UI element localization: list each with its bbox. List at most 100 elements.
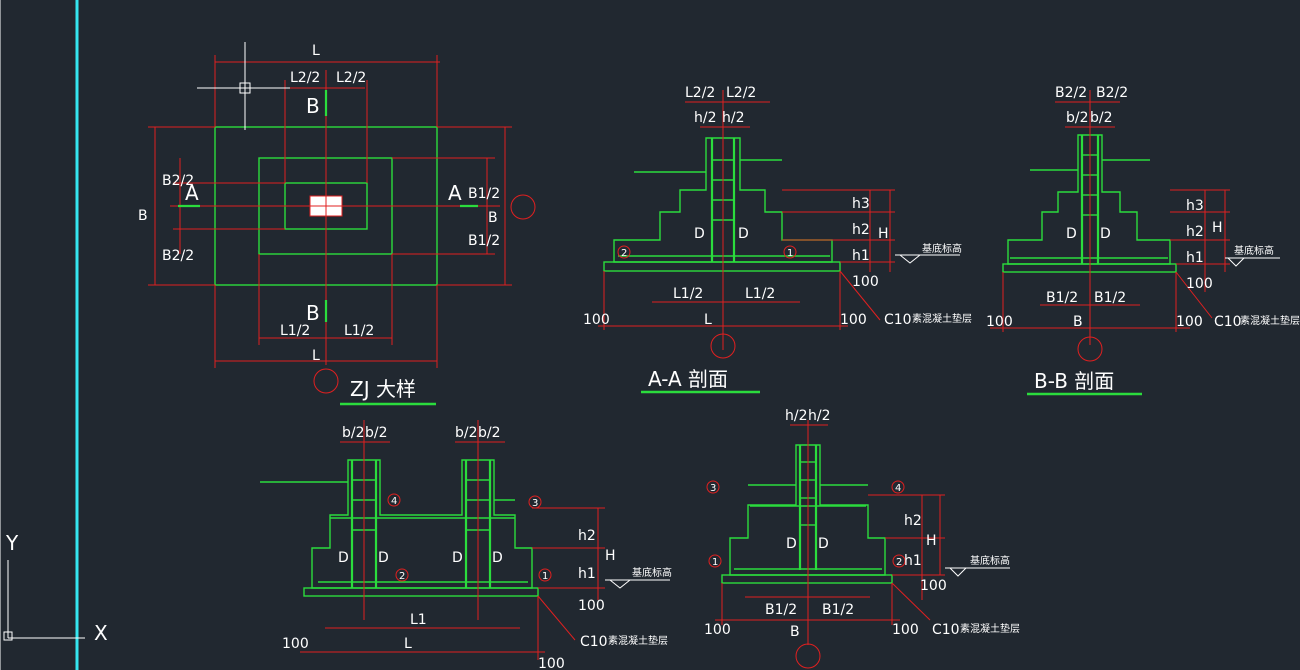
double-dim-100: 100	[578, 598, 605, 614]
plan-dim-B-left: B	[138, 208, 148, 224]
single-dim-100: 100	[920, 578, 947, 594]
single-dim-h2: h2	[904, 513, 922, 529]
aa-dim-L2-right: L2/2	[726, 85, 756, 101]
aa-tag-2: 2	[621, 248, 627, 259]
plan-dim-B2-bottom: B2/2	[162, 248, 194, 264]
single-tag-1: 1	[712, 557, 718, 568]
single-c10-suffix: 素混凝土垫层	[960, 622, 1020, 635]
aa-dim-h-right: h/2	[722, 110, 745, 126]
single-dim-h1: h1	[904, 553, 922, 569]
double-tag-2: 2	[399, 571, 405, 582]
single-D-left: D	[786, 536, 797, 552]
double-c10-suffix: 素混凝土垫层	[608, 634, 668, 647]
plan-dim-L2-left: L2/2	[290, 70, 320, 86]
bb-dim-100-right: 100	[1186, 276, 1213, 292]
plan-cut-a-right: A	[448, 181, 462, 205]
aa-dim-L: L	[704, 312, 712, 328]
bb-title: B-B 剖面	[1034, 369, 1114, 393]
ucs-y-label: Y	[5, 531, 19, 555]
plan-dim-B1-bottom: B1/2	[468, 233, 500, 249]
double-dim-b2: b/2	[365, 425, 388, 441]
double-dim-h2: h2	[578, 528, 596, 544]
double-footing-outline	[311, 459, 533, 589]
aa-base-label: 基底标高	[922, 242, 962, 255]
single-lean-pad	[721, 574, 893, 584]
plan-dim-B-right: B	[488, 210, 498, 226]
aa-c10-suffix: 素混凝土垫层	[912, 312, 972, 325]
bb-D-left: D	[1066, 226, 1077, 242]
bb-base-label: 基底标高	[1234, 244, 1274, 257]
single-dim-H: H	[926, 533, 937, 549]
plan-cut-b-bottom: B	[306, 301, 320, 325]
aa-dim-h2: h2	[852, 222, 870, 238]
ucs-x-label: X	[94, 621, 108, 645]
aa-tag-1: 1	[787, 248, 793, 259]
double-D4: D	[492, 550, 503, 566]
ucs-icon: Y X	[3, 531, 108, 645]
double-base-label: 基底标高	[632, 566, 672, 579]
plan-cut-a-left: A	[185, 181, 199, 205]
bb-dim-100-right2: 100	[1176, 314, 1203, 330]
single-dim-B1-right: B1/2	[822, 602, 854, 618]
single-tag-4: 4	[895, 483, 901, 494]
bb-dim-h3: h3	[1186, 198, 1204, 214]
aa-D-left: D	[694, 226, 705, 242]
double-D3: D	[452, 550, 463, 566]
aa-title: A-A 剖面	[648, 367, 728, 391]
double-tag-4: 4	[391, 496, 397, 507]
aa-dim-h-left: h/2	[694, 110, 717, 126]
crosshair-cursor-icon	[197, 42, 290, 130]
bb-dim-B: B	[1073, 314, 1083, 330]
bb-dim-h1: h1	[1186, 250, 1204, 266]
double-dim-H: H	[605, 548, 616, 564]
aa-dim-L2-left: L2/2	[685, 85, 715, 101]
bb-dim-B2-left: B2/2	[1055, 85, 1087, 101]
bb-dim-b-right: b/2	[1090, 110, 1113, 126]
double-c10: C10	[580, 634, 608, 650]
plan-dim-L1-right: L1/2	[344, 323, 374, 339]
single-column-section: h/2 h/2 3 4 1 2 D D h2 H h1 100 基底标高 B1/…	[704, 408, 1020, 669]
bb-dim-b-left: b/2	[1066, 110, 1089, 126]
double-dim-b1: b/2	[342, 425, 365, 441]
single-dim-B1-left: B1/2	[765, 602, 797, 618]
single-base-label: 基底标高	[970, 554, 1010, 567]
plan-dim-B1-top: B1/2	[468, 186, 500, 202]
aa-c10: C10	[884, 312, 912, 328]
bb-dim-B2-right: B2/2	[1096, 85, 1128, 101]
aa-D-right: D	[738, 226, 749, 242]
double-lean-pad	[303, 587, 539, 597]
single-tag-3: 3	[710, 483, 716, 494]
bb-dim-h2: h2	[1186, 224, 1204, 240]
bb-dim-H: H	[1212, 220, 1223, 236]
plan-axis-bubble-right	[510, 194, 536, 220]
bb-c10: C10	[1214, 314, 1242, 330]
double-D2: D	[378, 550, 389, 566]
bb-dim-B1-left: B1/2	[1046, 290, 1078, 306]
double-dim-L1: L1	[410, 612, 427, 628]
double-dim-b4: b/2	[478, 425, 501, 441]
bb-D-right: D	[1100, 226, 1111, 242]
section-bb: B2/2 B2/2 b/2 b/2 D D h3 h2 h1 H 100 基底标…	[986, 85, 1300, 396]
aa-dim-100-right: 100	[852, 274, 879, 290]
bb-c10-suffix: 素混凝土垫层	[1240, 314, 1300, 327]
plan-dim-L-bottom: L	[312, 348, 320, 364]
aa-dim-100-left: 100	[583, 312, 610, 328]
double-dim-L: L	[404, 636, 412, 652]
plan-dim-L2-right: L2/2	[336, 70, 366, 86]
single-dim-100-left: 100	[704, 622, 731, 638]
double-D1: D	[338, 550, 349, 566]
aa-dim-L1-right: L1/2	[745, 286, 775, 302]
double-dim-100-bottom: 100	[538, 656, 565, 670]
aa-dim-H: H	[878, 226, 889, 242]
double-dim-h1: h1	[578, 566, 596, 582]
bb-dim-B1-right: B1/2	[1094, 290, 1126, 306]
double-dim-100-left: 100	[282, 636, 309, 652]
aa-dim-100-right2: 100	[840, 312, 867, 328]
plan-axis-bubble-bottom	[313, 368, 339, 394]
single-dim-h-right: h/2	[808, 408, 831, 424]
plan-cut-b-top: B	[306, 94, 320, 118]
plan-dim-L-top: L	[312, 43, 320, 59]
aa-dim-h3: h3	[852, 196, 870, 212]
cad-drawing-canvas[interactable]: Y X L L2/2 L2/2 L1/2 L1/2 L B B B2/2 B2/…	[0, 0, 1300, 670]
double-column-section: b/2 b/2 b/2 b/2 4 3 2 1 D D D D h2 H h1 …	[260, 420, 672, 670]
